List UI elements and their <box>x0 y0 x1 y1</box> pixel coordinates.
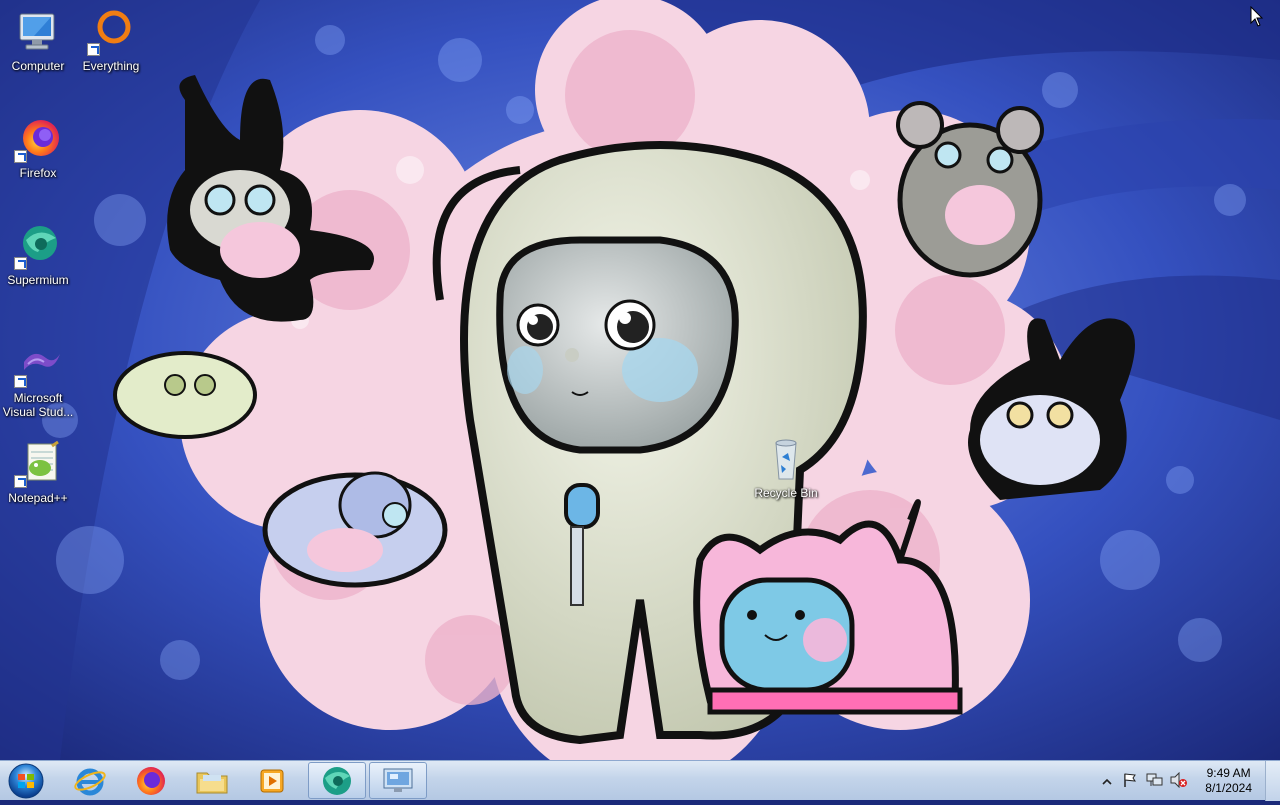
media-player-icon <box>260 769 284 792</box>
desktop[interactable]: Computer Everything Firefox Supermium Mi… <box>0 0 1280 760</box>
desktop-icon-everything[interactable]: Everything <box>73 8 149 73</box>
ie-icon <box>74 768 106 795</box>
clock-time: 9:49 AM <box>1206 766 1251 780</box>
taskbar-firefox-button[interactable] <box>122 762 180 799</box>
recycle-bin-icon <box>762 435 810 483</box>
taskbar-ie-button[interactable] <box>61 762 119 799</box>
visual-studio-icon <box>14 340 62 388</box>
show-desktop-button[interactable] <box>1265 761 1280 801</box>
flag-icon <box>1124 773 1137 787</box>
firefox-icon <box>14 115 62 163</box>
folder-icon <box>196 772 228 793</box>
mouse-cursor-icon <box>1250 6 1264 27</box>
taskbar-media-player-button[interactable] <box>243 762 301 799</box>
volume-tray-button[interactable] <box>1170 771 1188 793</box>
taskbar-supermium-button[interactable] <box>308 762 366 799</box>
supermium-icon <box>14 222 62 270</box>
desktop-icon-label: Everything <box>82 59 140 73</box>
volume-muted-icon <box>1170 771 1187 789</box>
desktop-icon-label: Supermium <box>7 273 69 287</box>
desktop-icon-label: Notepad++ <box>8 491 68 505</box>
desktop-icon-label: Microsoft Visual Stud... <box>2 391 74 419</box>
action-center-tray-button[interactable] <box>1122 772 1138 793</box>
notepadpp-icon <box>14 440 62 488</box>
desktop-icon-label: Recycle Bin <box>754 486 818 500</box>
taskbar: 9:49 AM 8/1/2024 <box>0 760 1280 801</box>
firefox-icon <box>137 766 165 795</box>
shortcut-arrow-icon <box>14 257 27 270</box>
desktop-icon-label: Computer <box>11 59 65 73</box>
everything-icon <box>87 8 135 56</box>
network-icon <box>1146 773 1163 786</box>
clock-date: 8/1/2024 <box>1205 781 1252 795</box>
desktop-icon-computer[interactable]: Computer <box>0 8 76 73</box>
desktop-icon-supermium[interactable]: Supermium <box>0 222 76 287</box>
computer-icon <box>14 8 62 56</box>
supermium-icon <box>323 766 351 795</box>
wallpaper <box>0 0 1280 760</box>
show-hidden-icons-button[interactable] <box>1102 774 1112 792</box>
taskbar-explorer-button[interactable] <box>183 762 241 799</box>
desktop-icon-visual-studio[interactable]: Microsoft Visual Stud... <box>0 340 76 419</box>
shortcut-arrow-icon <box>87 43 100 56</box>
shortcut-arrow-icon <box>14 150 27 163</box>
desktop-icon-recycle-bin[interactable]: Recycle Bin <box>748 435 824 500</box>
shortcut-arrow-icon <box>14 375 27 388</box>
chevron-up-icon <box>1102 778 1112 785</box>
start-button[interactable] <box>4 762 48 800</box>
taskbar-remote-desktop-button[interactable] <box>369 762 427 799</box>
notification-area: 9:49 AM 8/1/2024 <box>1090 761 1280 801</box>
network-tray-button[interactable] <box>1146 772 1164 793</box>
start-orb-icon <box>8 763 44 799</box>
clock[interactable]: 9:49 AM 8/1/2024 <box>1205 766 1252 796</box>
desktop-icon-notepadpp[interactable]: Notepad++ <box>0 440 76 505</box>
shortcut-arrow-icon <box>14 475 27 488</box>
desktop-icon-label: Firefox <box>19 166 57 180</box>
remote-desktop-icon <box>383 768 413 792</box>
desktop-icon-firefox[interactable]: Firefox <box>0 115 76 180</box>
